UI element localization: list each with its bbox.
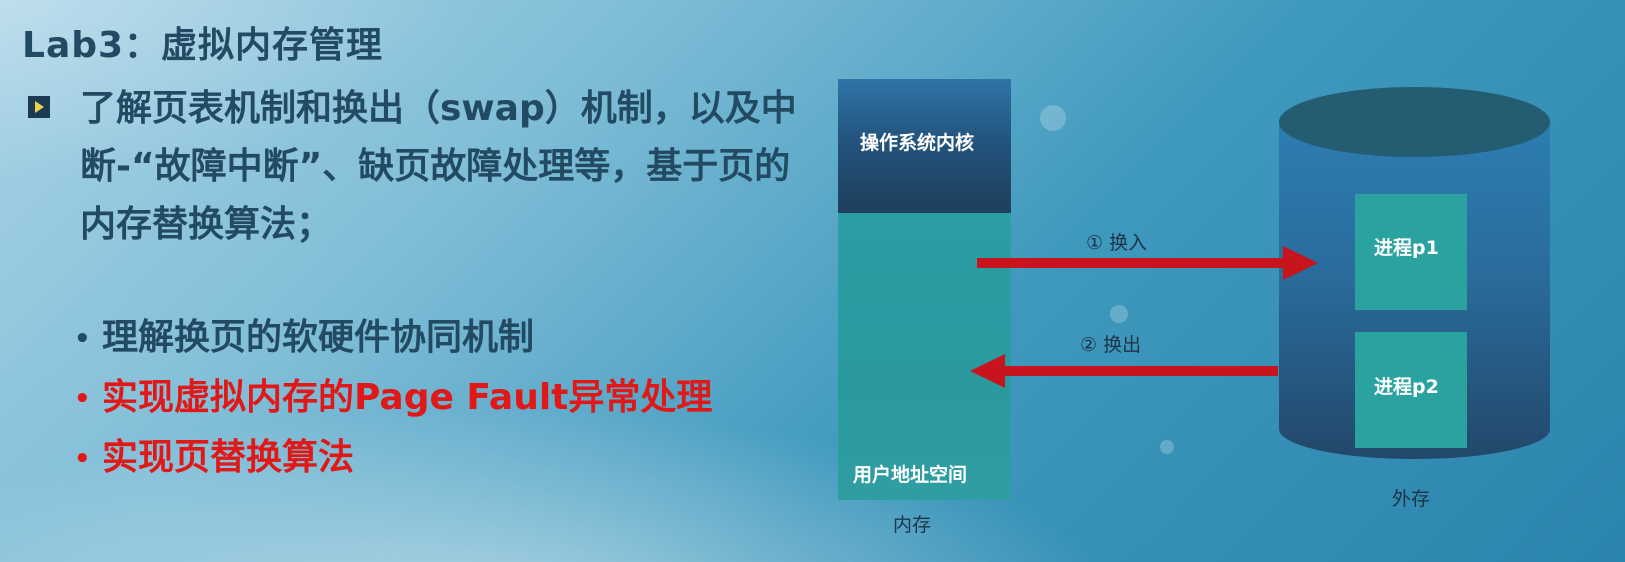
list-item-text: 理解换页的软硬件协同机制 [102, 317, 535, 358]
list-item: • 理解换页的软硬件协同机制 [74, 308, 712, 368]
kernel-label: 操作系统内核 [860, 132, 975, 154]
background-bokeh [1040, 105, 1066, 131]
storage-caption: 外存 [1392, 488, 1431, 510]
list-item: • 实现虚拟内存的Page Fault异常处理 [74, 368, 712, 428]
swap-in-label: ① 换入 [1086, 232, 1148, 254]
sub-bullet-list: • 理解换页的软硬件协同机制 • 实现虚拟内存的Page Fault异常处理 • 实现… [74, 308, 712, 488]
bullet-dot: • [74, 384, 91, 414]
user-space-region [838, 213, 1011, 500]
bullet-dot: • [74, 444, 91, 474]
bullet-dot: • [74, 324, 91, 354]
list-item-text: 实现页替换算法 [102, 437, 355, 478]
main-bullet-text: 了解页表机制和换出（swap）机制，以及中断-“故障中断”、缺页故障处理等，基于… [80, 88, 797, 245]
background-bokeh [1160, 440, 1174, 454]
list-item: • 实现页替换算法 [74, 428, 712, 488]
memory-caption: 内存 [893, 514, 932, 536]
background-bokeh [1110, 305, 1128, 323]
process-p1-label: 进程p1 [1374, 237, 1439, 259]
play-bullet-icon [28, 96, 50, 118]
storage-cylinder-top [1279, 87, 1550, 157]
user-space-label: 用户地址空间 [853, 464, 968, 486]
slide-title: Lab3：虚拟内存管理 [22, 25, 384, 66]
swap-out-arrow [970, 354, 1278, 388]
list-item-text: 实现虚拟内存的Page Fault异常处理 [102, 377, 713, 418]
process-p2-label: 进程p2 [1374, 376, 1439, 398]
swap-out-label: ② 换出 [1080, 334, 1142, 356]
swap-in-arrow [977, 246, 1318, 280]
